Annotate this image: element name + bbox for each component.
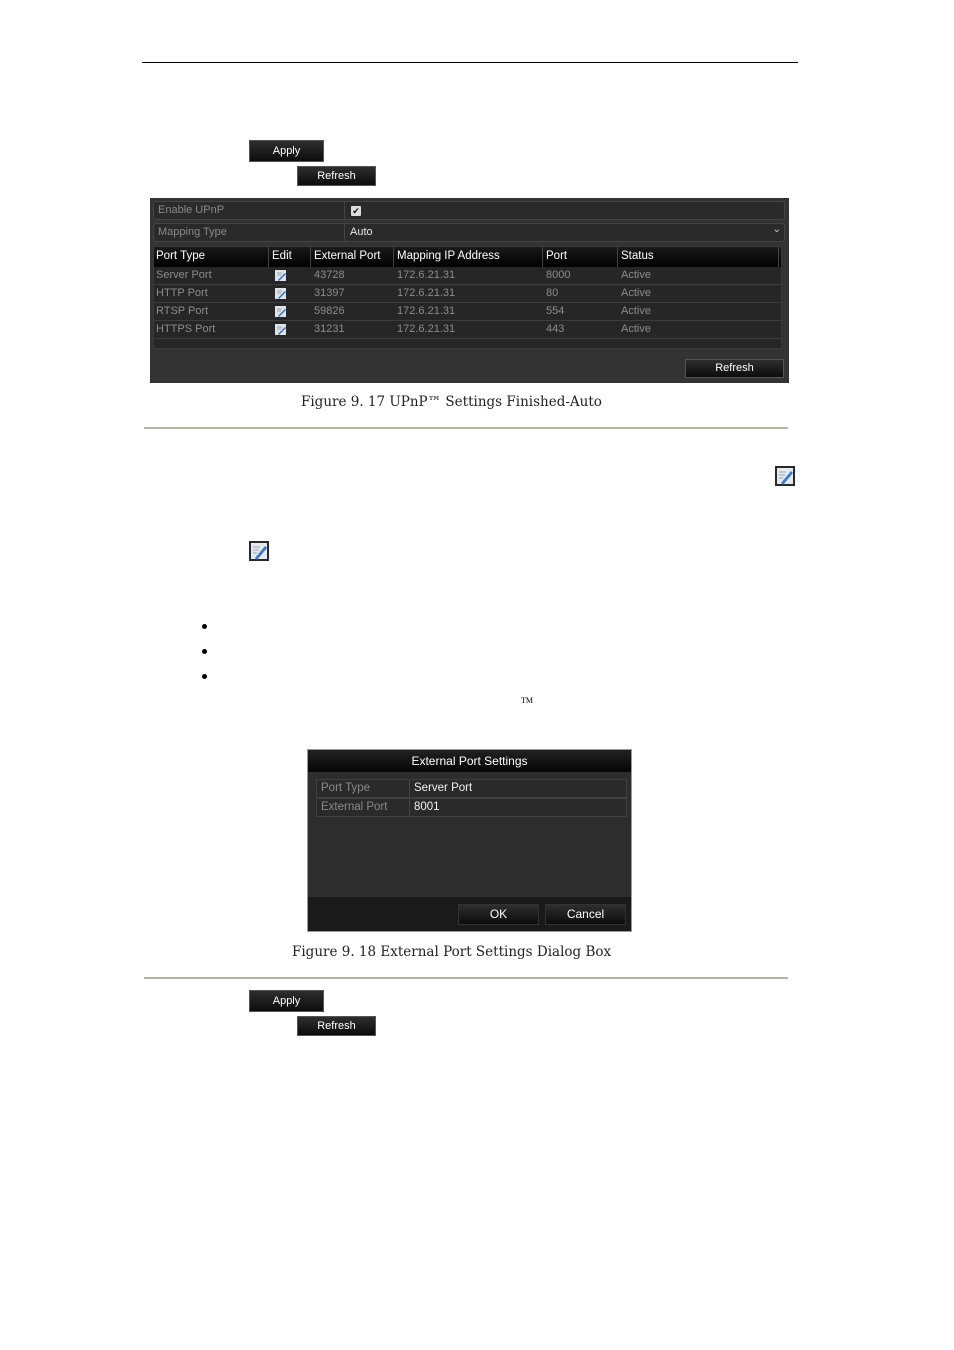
apply-button[interactable]: Apply [249, 990, 324, 1012]
column-header-port: Port [546, 250, 568, 262]
trademark-symbol: TM [521, 696, 533, 705]
figure-separator [144, 977, 788, 979]
port-type-cell: Server Port [156, 269, 212, 281]
table-row[interactable]: HTTP Port 31397 172.6.21.31 80 Active [154, 285, 781, 303]
column-header-status: Status [621, 250, 654, 262]
port-type-cell: HTTPS Port [156, 323, 216, 335]
bullet-point [202, 674, 207, 679]
column-divider [310, 247, 311, 267]
port-type-row: Port Type Server Port [316, 779, 627, 798]
column-header-port-type: Port Type [156, 250, 206, 262]
mapping-type-row: Mapping Type Auto ⌄ [153, 223, 785, 242]
external-port-cell: 31397 [314, 287, 345, 299]
edit-icon[interactable] [275, 270, 286, 281]
status-cell: Active [621, 305, 651, 317]
edit-icon[interactable] [275, 324, 286, 335]
row-divider [344, 202, 345, 219]
external-port-input[interactable]: 8001 [414, 801, 440, 813]
table-row[interactable]: RTSP Port 59826 172.6.21.31 554 Active [154, 303, 781, 321]
enable-upnp-label: Enable UPnP [158, 204, 225, 216]
bullet-point [202, 649, 207, 654]
row-divider [409, 780, 410, 797]
port-cell: 554 [546, 305, 565, 317]
table-row-empty [154, 339, 781, 348]
table-row[interactable]: HTTPS Port 31231 172.6.21.31 443 Active [154, 321, 781, 339]
port-cell: 80 [546, 287, 559, 299]
refresh-button[interactable]: Refresh [297, 1016, 376, 1036]
external-port-settings-dialog: External Port Settings Port Type Server … [307, 749, 632, 932]
port-cell: 443 [546, 323, 565, 335]
external-port-cell: 31231 [314, 323, 345, 335]
figure-separator [144, 427, 788, 429]
port-type-label: Port Type [321, 782, 371, 794]
apply-button[interactable]: Apply [249, 140, 324, 162]
row-divider [344, 224, 345, 241]
port-type-value: Server Port [414, 782, 473, 794]
external-port-label: External Port [321, 801, 388, 813]
figure-caption: Figure 9. 17 UPnP™ Settings Finished-Aut… [301, 394, 602, 410]
mapping-ip-cell: 172.6.21.31 [397, 323, 456, 335]
column-divider [268, 247, 269, 267]
port-type-cell: RTSP Port [156, 305, 209, 317]
column-divider [778, 247, 779, 267]
bullet-point [202, 624, 207, 629]
status-cell: Active [621, 323, 651, 335]
status-cell: Active [621, 269, 651, 281]
chevron-down-icon[interactable]: ⌄ [773, 224, 781, 235]
port-cell: 8000 [546, 269, 571, 281]
enable-upnp-checkbox[interactable]: ✔ [351, 206, 361, 216]
mapping-type-label: Mapping Type [158, 226, 227, 238]
row-divider [409, 799, 410, 816]
column-divider [617, 247, 618, 267]
port-mapping-table: Port Type Edit External Port Mapping IP … [153, 246, 782, 349]
column-divider [393, 247, 394, 267]
page-header-rule [142, 62, 798, 63]
status-cell: Active [621, 287, 651, 299]
external-port-cell: 59826 [314, 305, 345, 317]
upnp-settings-panel: Enable UPnP ✔ Mapping Type Auto ⌄ Port T… [150, 198, 789, 383]
mapping-ip-cell: 172.6.21.31 [397, 305, 456, 317]
mapping-type-select[interactable]: Auto [350, 226, 373, 238]
figure-caption: Figure 9. 18 External Port Settings Dial… [292, 944, 612, 960]
edit-icon [249, 541, 269, 561]
panel-refresh-button[interactable]: Refresh [685, 359, 784, 378]
port-type-cell: HTTP Port [156, 287, 208, 299]
dialog-title: External Port Settings [308, 750, 631, 772]
enable-upnp-row: Enable UPnP ✔ [153, 201, 785, 220]
column-header-edit: Edit [272, 250, 292, 262]
external-port-row: External Port 8001 [316, 798, 627, 817]
dialog-footer: OK Cancel [308, 897, 631, 931]
table-row[interactable]: Server Port 43728 172.6.21.31 8000 Activ… [154, 267, 781, 285]
table-header: Port Type Edit External Port Mapping IP … [154, 247, 781, 267]
edit-icon[interactable] [275, 306, 286, 317]
mapping-ip-cell: 172.6.21.31 [397, 269, 456, 281]
column-divider [542, 247, 543, 267]
column-header-external-port: External Port [314, 250, 381, 262]
edit-icon[interactable] [275, 288, 286, 299]
column-header-mapping-ip: Mapping IP Address [397, 250, 500, 262]
ok-button[interactable]: OK [458, 904, 539, 925]
cancel-button[interactable]: Cancel [545, 904, 626, 925]
mapping-ip-cell: 172.6.21.31 [397, 287, 456, 299]
refresh-button[interactable]: Refresh [297, 166, 376, 186]
external-port-cell: 43728 [314, 269, 345, 281]
edit-icon [775, 466, 795, 486]
